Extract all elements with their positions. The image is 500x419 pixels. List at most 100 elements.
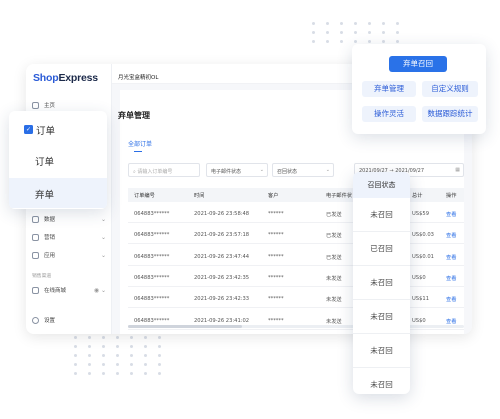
cell-customer: ****** <box>268 232 284 239</box>
recall-status-cell: 已召回 <box>353 232 410 266</box>
table-row: 064883****** 2021-09-26 23:42:33 ****** 未发送… <box>128 289 464 309</box>
tab-all-orders[interactable]: 全部订单 <box>128 139 152 148</box>
cell-customer: ****** <box>268 274 284 281</box>
sidebar-item-settings[interactable]: 设置 <box>32 316 106 324</box>
table-row: 064883****** 2021-09-26 23:58:48 ****** 已发送… <box>128 204 464 223</box>
view-link[interactable]: 查看 <box>446 232 456 239</box>
select-label: 电子邮件状态 <box>211 168 242 175</box>
dot-pattern-top-right <box>312 22 404 43</box>
calendar-icon: ▦ <box>455 167 460 173</box>
popup-item-label: 订单 <box>35 157 55 168</box>
page-title: 弃单管理 <box>118 111 150 120</box>
cell-customer: ****** <box>268 253 284 260</box>
cell-email-status: 未发送 <box>326 318 342 325</box>
table-header: 订单编号 时间 客户 电子邮件状 总计 操作 <box>128 188 464 202</box>
cell-total: US$59 <box>412 211 429 217</box>
select-label: 召回状态 <box>277 168 298 175</box>
cell-email-status: 已发送 <box>326 233 342 240</box>
popup-item-label: 弃单 <box>35 190 55 201</box>
email-status-select[interactable]: 电子邮件状态 ⌄ <box>206 163 268 177</box>
order-type-popup: ✓ 订单 订单 弃单 <box>9 111 107 209</box>
popup-item-label: 订单 <box>36 126 56 137</box>
cell-order-no: 064883****** <box>134 211 170 217</box>
sidebar-item-data[interactable]: 数据 ⌄ <box>32 215 106 223</box>
horizontal-scrollbar[interactable] <box>128 325 464 328</box>
search-placeholder: 请输入订单编号 <box>137 168 173 175</box>
cell-total: US$0 <box>412 274 426 281</box>
recall-status-cell: 未召回 <box>353 368 410 394</box>
cell-time: 2021-09-26 23:41:02 <box>194 317 250 324</box>
chevron-down-icon: ⌄ <box>100 215 106 223</box>
table-row: 064883****** 2021-09-26 23:57:18 ****** 已发送… <box>128 225 464 245</box>
cell-customer: ****** <box>268 317 284 324</box>
view-link[interactable]: 查看 <box>446 318 456 325</box>
cell-total: US$11 <box>412 296 429 303</box>
sidebar-item-marketing[interactable]: 营销 ⌄ <box>32 233 106 241</box>
sidebar-section-sales: 销售渠道 <box>32 272 106 279</box>
store-name[interactable]: 月光宝盒精初OL <box>118 75 158 81</box>
chevron-down-icon: ⌄ <box>259 167 264 173</box>
cell-email-status: 未发送 <box>326 297 342 304</box>
recall-status-cell: 未召回 <box>353 334 410 368</box>
recall-status-cell: 未召回 <box>353 300 410 334</box>
logo[interactable]: ShopExpress <box>33 72 98 84</box>
sidebar-item-label: 营销 <box>44 235 56 241</box>
cell-email-status: 已发送 <box>326 254 342 261</box>
apps-icon <box>32 251 39 259</box>
sidebar-item-online-store[interactable]: 在线商城 ◉ ⌄ <box>32 286 106 294</box>
logo-express: Express <box>58 72 98 84</box>
cell-total: US$0 <box>412 317 426 324</box>
chevron-down-icon: ⌄ <box>100 233 106 241</box>
view-link[interactable]: 查看 <box>446 296 456 303</box>
col-time: 时间 <box>194 193 205 199</box>
view-link[interactable]: 查看 <box>446 275 456 282</box>
gear-icon <box>32 316 39 324</box>
store-icon <box>32 286 39 294</box>
sidebar-item-label: 设置 <box>44 318 56 324</box>
chart-icon <box>32 215 39 223</box>
popup-item-order[interactable]: 订单 <box>9 145 107 175</box>
tab-underline <box>134 151 142 152</box>
cell-email-status: 已发送 <box>326 212 342 218</box>
cell-time: 2021-09-26 23:57:18 <box>194 232 250 239</box>
recall-status-header: 召回状态 <box>353 172 410 198</box>
abandoned-recall-button[interactable]: 弃单召回 <box>389 56 447 72</box>
cell-total: US$0.01 <box>412 253 434 260</box>
sidebar-item-home[interactable]: 主页 <box>32 101 106 109</box>
sidebar-item-label: 数据 <box>44 217 56 223</box>
cell-time: 2021-09-26 23:42:33 <box>194 296 250 303</box>
table-row: 064883****** 2021-09-26 23:47:44 ****** 已发送… <box>128 247 464 266</box>
dot-pattern-bottom-left <box>74 336 166 375</box>
popup-item-abandoned[interactable]: 弃单 <box>9 178 107 208</box>
cell-total: US$0.03 <box>412 232 434 239</box>
eye-icon: ◉ ⌄ <box>93 286 106 294</box>
logo-shop: Shop <box>33 72 59 84</box>
recall-status-popup: 召回状态 未召回 已召回 未召回 未召回 未召回 未召回 <box>353 172 410 394</box>
checkbox-icon[interactable]: ✓ <box>24 125 33 134</box>
recall-status-cell: 未召回 <box>353 198 410 232</box>
chevron-down-icon: ⌄ <box>100 251 106 259</box>
cell-order-no: 064883****** <box>134 232 170 239</box>
view-link[interactable]: 查看 <box>446 211 456 218</box>
sidebar-item-label: 在线商城 <box>44 288 67 294</box>
col-total: 总计 <box>412 193 423 199</box>
popup-item-order-checked[interactable]: ✓ 订单 <box>9 114 107 144</box>
recall-status-cell: 未召回 <box>353 266 410 300</box>
sidebar-section-label: 销售渠道 <box>32 274 52 279</box>
cell-time: 2021-09-26 23:58:48 <box>194 211 250 217</box>
cell-order-no: 064883****** <box>134 317 170 324</box>
scroll-thumb[interactable] <box>128 325 243 328</box>
chevron-down-icon: ⌄ <box>325 167 330 173</box>
sidebar-item-apps[interactable]: 应用 ⌄ <box>32 251 106 259</box>
flexible-ops-button[interactable]: 操作灵活 <box>362 106 416 122</box>
cell-time: 2021-09-26 23:47:44 <box>194 253 250 260</box>
view-link[interactable]: 查看 <box>446 254 456 261</box>
table-row: 064883****** 2021-09-26 23:42:35 ****** 未发送… <box>128 268 464 287</box>
abandoned-manage-button[interactable]: 弃单管理 <box>362 81 416 97</box>
custom-rules-button[interactable]: 自定义规则 <box>422 81 478 97</box>
megaphone-icon <box>32 233 39 241</box>
search-input[interactable]: ⌕ 请输入订单编号 <box>128 163 200 177</box>
recall-status-select[interactable]: 召回状态 ⌄ <box>272 163 334 177</box>
col-email-status: 电子邮件状 <box>326 193 352 199</box>
data-tracking-button[interactable]: 数据跟踪统计 <box>422 106 478 122</box>
